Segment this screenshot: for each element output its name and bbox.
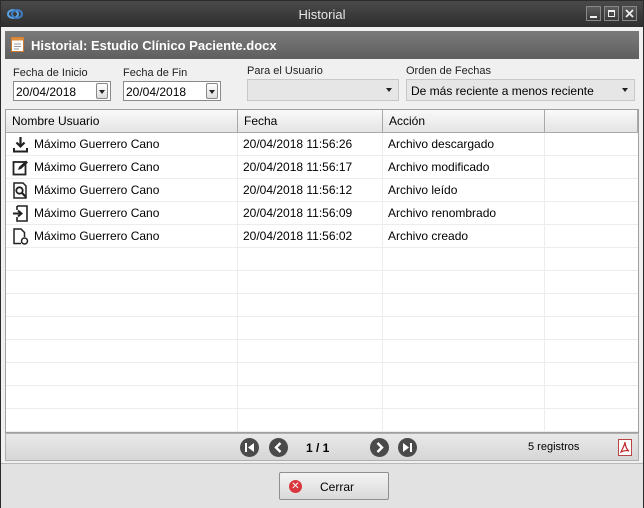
column-header-extra — [545, 110, 638, 132]
minimize-button[interactable] — [586, 6, 601, 21]
table-row[interactable]: Máximo Guerrero Cano 20/04/2018 11:56:17… — [6, 156, 638, 179]
close-button[interactable]: ✕ Cerrar — [279, 472, 389, 500]
cell-action: Archivo modificado — [383, 156, 545, 178]
cell-date: 20/04/2018 11:56:26 — [238, 133, 383, 155]
cell-action: Archivo renombrado — [383, 202, 545, 224]
record-count: 5 registros — [528, 441, 580, 453]
cell-user: Máximo Guerrero Cano — [34, 133, 238, 155]
export-pdf-button[interactable] — [618, 439, 632, 456]
document-title: Historial: Estudio Clínico Paciente.docx — [31, 38, 277, 53]
next-page-button[interactable] — [370, 438, 389, 457]
column-header-user[interactable]: Nombre Usuario — [6, 110, 238, 132]
close-button-label: Cerrar — [319, 480, 354, 494]
chevron-down-icon — [386, 88, 392, 92]
last-page-button[interactable] — [398, 438, 417, 457]
chevron-right-icon — [376, 442, 384, 453]
start-date-label: Fecha de Inicio — [13, 67, 88, 79]
table-row[interactable]: Máximo Guerrero Cano 20/04/2018 11:56:26… — [6, 133, 638, 156]
window-title: Historial — [298, 7, 346, 22]
date-order-label: Orden de Fechas — [406, 65, 491, 77]
document-header: Historial: Estudio Clínico Paciente.docx — [5, 31, 639, 59]
cell-action: Archivo creado — [383, 225, 545, 247]
cell-date: 20/04/2018 11:56:17 — [238, 156, 383, 178]
chevron-down-icon — [622, 88, 628, 92]
cell-user: Máximo Guerrero Cano — [34, 202, 238, 224]
cell-user: Máximo Guerrero Cano — [34, 225, 238, 247]
previous-page-button[interactable] — [269, 438, 288, 457]
file-created-icon — [13, 228, 29, 245]
end-date-value: 20/04/2018 — [126, 85, 187, 99]
column-header-action[interactable]: Acción — [383, 110, 545, 132]
document-icon — [11, 37, 24, 52]
edit-icon — [12, 160, 28, 176]
date-order-value: De más reciente a menos reciente — [411, 84, 594, 98]
cell-date: 20/04/2018 11:56:09 — [238, 202, 383, 224]
cell-date: 20/04/2018 11:56:02 — [238, 225, 383, 247]
close-icon — [625, 9, 634, 18]
title-bar[interactable]: Historial — [1, 1, 643, 27]
user-filter-select[interactable] — [247, 79, 399, 101]
end-date-label: Fecha de Fin — [123, 67, 188, 79]
cell-action: Archivo leído — [383, 179, 545, 201]
download-icon — [13, 137, 28, 153]
pagination-bar: 1 / 1 5 registros — [5, 433, 639, 461]
filter-panel: Fecha de Inicio 20/04/2018 Fecha de Fin … — [5, 61, 639, 107]
end-date-dropdown-button[interactable] — [206, 83, 218, 99]
read-icon — [13, 182, 27, 199]
maximize-button[interactable] — [604, 6, 619, 21]
table-row[interactable]: Máximo Guerrero Cano 20/04/2018 11:56:12… — [6, 179, 638, 202]
start-date-value: 20/04/2018 — [16, 85, 77, 99]
chevron-down-icon — [209, 90, 215, 94]
cell-date: 20/04/2018 11:56:12 — [238, 179, 383, 201]
maximize-icon — [608, 10, 615, 17]
rename-icon — [13, 205, 28, 222]
minimize-icon — [590, 16, 597, 18]
first-page-button[interactable] — [240, 438, 259, 457]
user-filter-label: Para el Usuario — [247, 65, 323, 77]
chevron-down-icon — [99, 90, 105, 94]
table-row[interactable]: Máximo Guerrero Cano 20/04/2018 11:56:09… — [6, 202, 638, 225]
chevron-left-icon — [274, 442, 282, 453]
page-indicator: 1 / 1 — [306, 441, 330, 455]
history-window: Historial Historial: Estudio Clínico Pac… — [0, 0, 644, 508]
date-order-select[interactable]: De más reciente a menos reciente — [406, 79, 635, 101]
footer-bar: ✕ Cerrar — [1, 463, 643, 508]
cell-user: Máximo Guerrero Cano — [34, 156, 238, 178]
history-table: Nombre Usuario Fecha Acción Máximo Guerr… — [5, 109, 639, 433]
last-page-icon — [403, 443, 412, 452]
empty-rows-area — [6, 248, 638, 432]
cell-action: Archivo descargado — [383, 133, 545, 155]
pdf-icon — [619, 441, 630, 454]
start-date-dropdown-button[interactable] — [96, 83, 108, 99]
first-page-icon — [245, 443, 254, 452]
close-window-button[interactable] — [622, 6, 637, 21]
column-header-date[interactable]: Fecha — [238, 110, 383, 132]
start-date-picker[interactable]: 20/04/2018 — [13, 81, 111, 101]
cell-user: Máximo Guerrero Cano — [34, 179, 238, 201]
end-date-picker[interactable]: 20/04/2018 — [123, 81, 221, 101]
table-row[interactable]: Máximo Guerrero Cano 20/04/2018 11:56:02… — [6, 225, 638, 248]
table-header: Nombre Usuario Fecha Acción — [6, 110, 638, 133]
